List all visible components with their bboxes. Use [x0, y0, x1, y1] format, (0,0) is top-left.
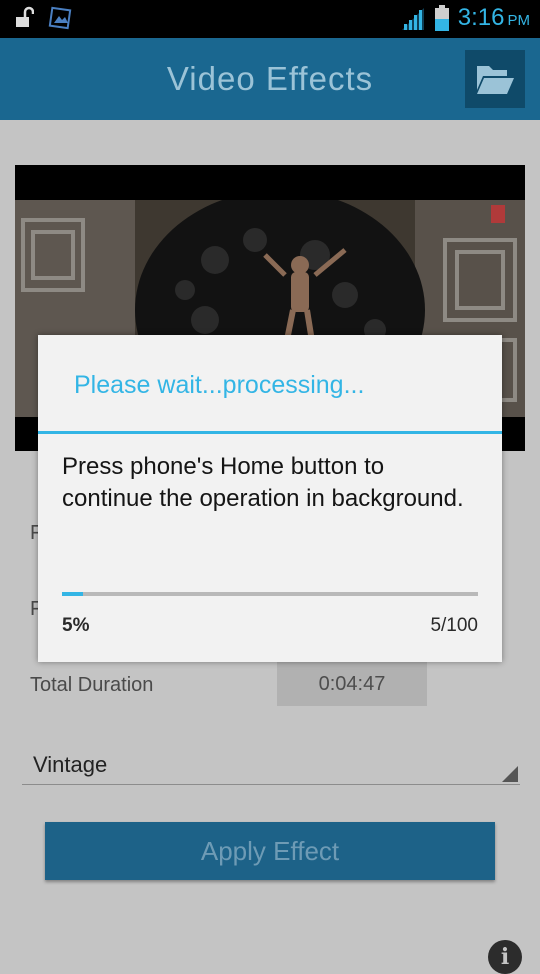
- open-folder-button[interactable]: [465, 50, 525, 108]
- effect-spinner-value: Vintage: [33, 752, 108, 777]
- progress-percent: 5%: [62, 615, 90, 636]
- signal-icon: [401, 8, 424, 30]
- dialog-message: Press phone's Home button to continue th…: [62, 453, 464, 512]
- lock-open-icon: [16, 6, 34, 27]
- battery-icon: [434, 5, 449, 31]
- image-notification-icon: [48, 6, 72, 30]
- progress-bar-fill: [62, 592, 83, 596]
- notification-icons: [14, 6, 74, 30]
- app-bar: Video Effects: [0, 38, 540, 120]
- clock-time: 3:16: [457, 4, 505, 31]
- info-icon[interactable]: i: [488, 940, 522, 974]
- progress-count: 5/100: [430, 615, 478, 636]
- system-icons: 3:16 PM: [400, 4, 530, 32]
- total-duration-label: Total Duration: [30, 674, 154, 696]
- progress-bar: [62, 592, 478, 596]
- progress-dialog: Please wait...processing... Press phone'…: [38, 335, 502, 662]
- spinner-arrow-icon: [502, 766, 518, 782]
- effect-spinner[interactable]: Vintage: [22, 742, 520, 785]
- dialog-title: Please wait...processing...: [74, 371, 365, 399]
- dialog-divider: [38, 431, 502, 434]
- clock: 3:16 PM: [458, 4, 530, 32]
- clock-ampm: PM: [507, 12, 531, 29]
- apply-effect-button[interactable]: Apply Effect: [45, 822, 495, 880]
- folder-open-icon: [477, 66, 514, 94]
- total-duration-value: 0:04:47: [277, 662, 427, 706]
- status-bar: 3:16 PM: [0, 0, 540, 38]
- page-title: Video Effects: [166, 60, 374, 97]
